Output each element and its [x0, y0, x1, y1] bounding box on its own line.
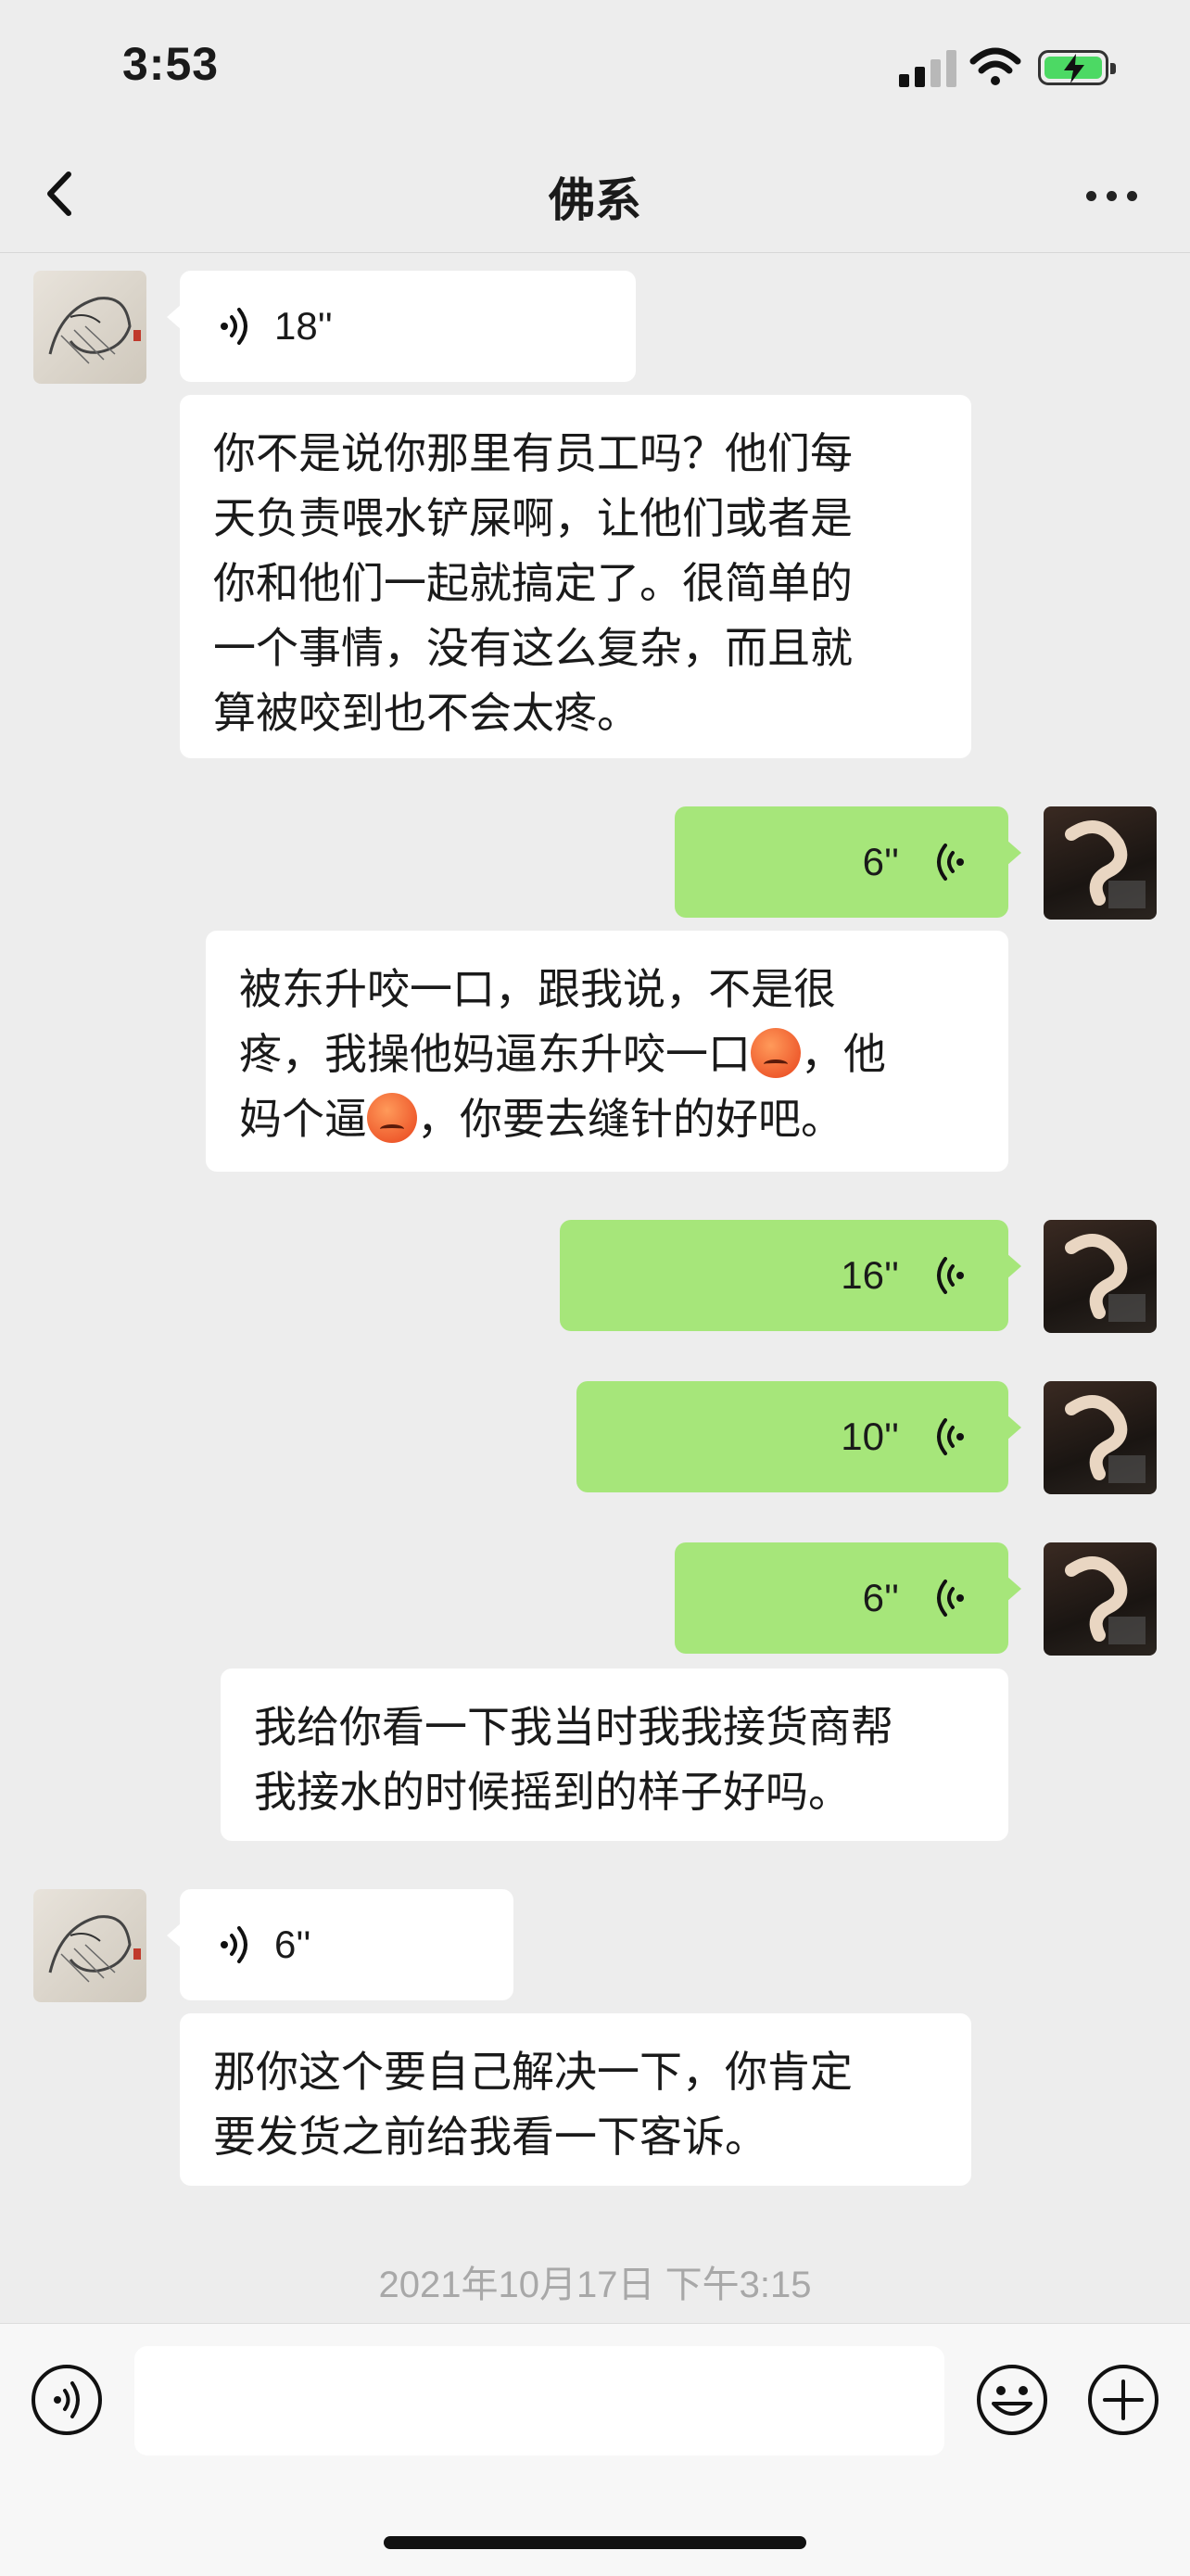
message-text: ，你要去缝针的好吧。 — [417, 1094, 843, 1144]
voice-wave-icon — [221, 1926, 247, 1963]
voice-wave-icon — [937, 844, 964, 881]
message-line: 我接水的时候摇到的样子好吗。 — [254, 1767, 851, 1817]
voice-duration: 6'' — [862, 840, 899, 883]
chat-title: 佛系 — [549, 174, 641, 226]
message-line: 那你这个要自己解决一下，你肯定 — [213, 2047, 853, 2097]
voice-duration: 6'' — [862, 1576, 899, 1619]
message-input[interactable] — [134, 2346, 944, 2455]
voice-duration: 16'' — [841, 1253, 899, 1297]
voice-message[interactable]: 6'' — [675, 1542, 1021, 1654]
text-message[interactable]: 你不是说你那里有员工吗？他们每 天负责喂水铲屎啊，让他们或者是 你和他们一起就搞… — [180, 395, 971, 758]
message-text: ，他 — [801, 1029, 886, 1079]
more-icon[interactable] — [1075, 176, 1149, 213]
angry-face-emoji — [751, 1028, 801, 1078]
my-avatar[interactable] — [1044, 806, 1157, 920]
plus-icon[interactable] — [1086, 2363, 1160, 2437]
chat-timestamp: 2021年10月17日 下午3:15 — [378, 2265, 812, 2305]
status-time: 3:53 — [122, 38, 220, 90]
battery-icon — [1038, 50, 1116, 85]
voice-message[interactable]: 6'' — [167, 1889, 513, 2000]
chat-header: 佛系 — [0, 139, 1190, 253]
message-line: 你和他们一起就搞定了。很简单的 — [213, 558, 853, 608]
message-line: 要发货之前给我看一下客诉。 — [213, 2112, 767, 2162]
my-avatar[interactable] — [1044, 1542, 1157, 1656]
voice-wave-icon — [937, 1580, 964, 1617]
voice-input-icon[interactable] — [30, 2363, 104, 2437]
voice-message[interactable]: 6'' — [675, 806, 1021, 918]
status-bar: 3:53 — [0, 0, 1190, 139]
emoji-icon[interactable] — [975, 2363, 1049, 2437]
voice-message[interactable]: 18'' — [167, 271, 636, 382]
contact-avatar[interactable] — [33, 1889, 146, 2002]
message-line: 被东升咬一口，跟我说，不是很 — [239, 964, 836, 1014]
voice-duration: 10'' — [841, 1415, 899, 1458]
text-message[interactable]: 被东升咬一口，跟我说，不是很 疼，我操他妈逼东升咬一口 ，他 妈个逼 ，你要去缝针的… — [206, 931, 1008, 1172]
message-text: 妈个逼 — [239, 1094, 367, 1144]
message-line: 妈个逼 ，你要去缝针的好吧。 — [239, 1086, 975, 1151]
cellular-signal-icon — [899, 50, 958, 87]
contact-avatar[interactable] — [33, 271, 146, 384]
message-line: 我给你看一下我当时我我接货商帮 — [254, 1702, 893, 1752]
voice-wave-icon — [937, 1257, 964, 1294]
home-indicator[interactable] — [384, 2536, 806, 2549]
message-line: 一个事情，没有这么复杂，而且就 — [213, 623, 853, 673]
voice-message[interactable]: 16'' — [560, 1220, 1021, 1331]
my-avatar[interactable] — [1044, 1381, 1157, 1494]
wifi-icon — [969, 47, 1021, 85]
message-line: 天负责喂水铲屎啊，让他们或者是 — [213, 493, 853, 543]
text-message[interactable]: 那你这个要自己解决一下，你肯定 要发货之前给我看一下客诉。 — [180, 2013, 971, 2186]
voice-message[interactable]: 10'' — [576, 1381, 1021, 1492]
voice-duration: 6'' — [274, 1922, 311, 1966]
message-line: 你不是说你那里有员工吗？他们每 — [213, 428, 853, 478]
message-line: 疼，我操他妈逼东升咬一口 ，他 — [239, 1022, 975, 1086]
message-line: 算被咬到也不会太疼。 — [213, 688, 639, 738]
voice-wave-icon — [221, 308, 247, 345]
my-avatar[interactable] — [1044, 1220, 1157, 1333]
angry-face-emoji — [367, 1093, 417, 1143]
voice-duration: 18'' — [274, 304, 333, 348]
message-text: 疼，我操他妈逼东升咬一口 — [239, 1029, 751, 1079]
voice-wave-icon — [937, 1418, 964, 1455]
text-message[interactable]: 我给你看一下我当时我我接货商帮 我接水的时候摇到的样子好吗。 — [221, 1669, 1008, 1841]
